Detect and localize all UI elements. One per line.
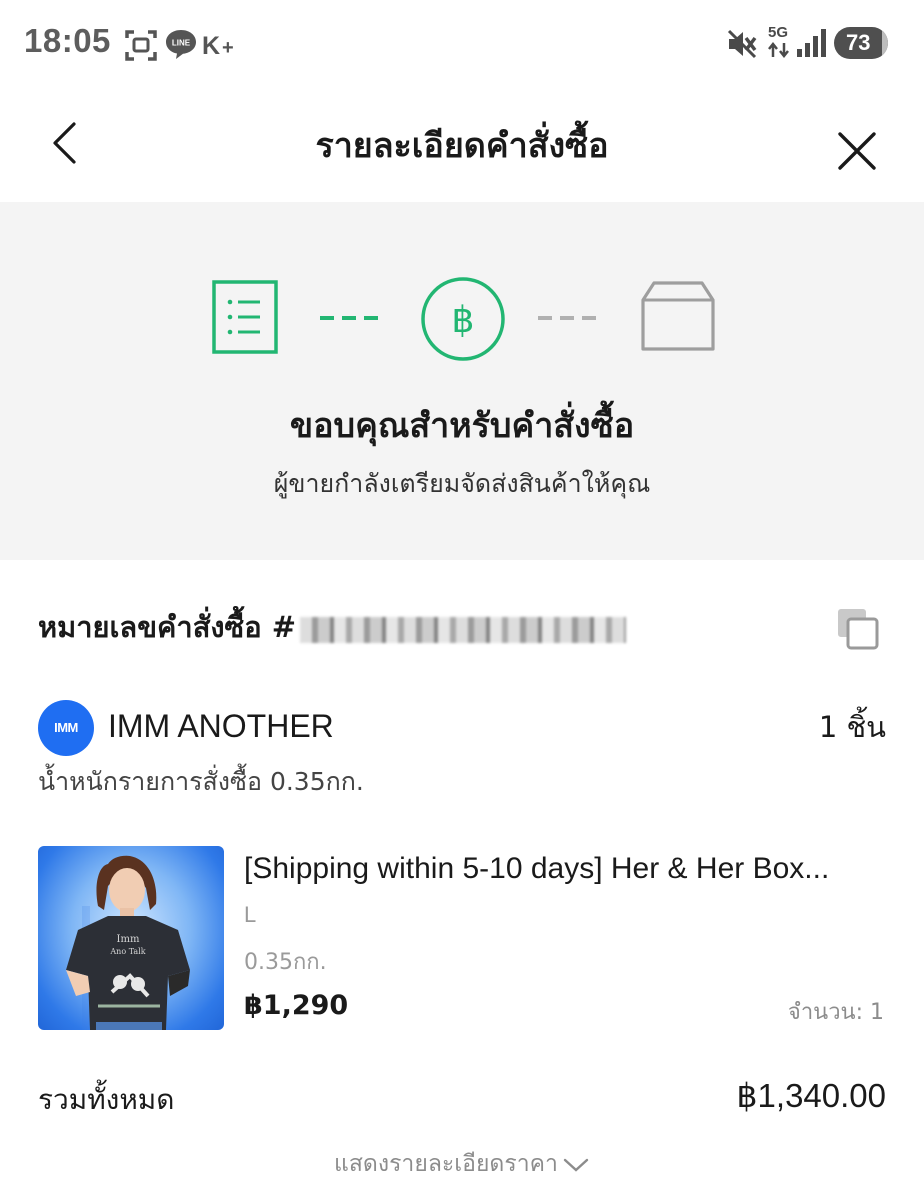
progress-connector-pending [538, 316, 596, 320]
line-app-icon: LINE [166, 30, 196, 59]
thank-you-title: ขอบคุณสำหรับคำสั่งซื้อ [289, 406, 635, 446]
page-header: รายละเอียดคำสั่งซื้อ [0, 90, 924, 202]
thank-you-subtitle: ผู้ขายกำลังเตรียมจัดส่งสินค้าให้คุณ [273, 469, 651, 498]
svg-text:LINE: LINE [172, 39, 191, 48]
show-price-details-label: แสดงรายละเอียดราคา [334, 1151, 558, 1177]
svg-text:Ano Talk: Ano Talk [109, 947, 145, 956]
total-value: ฿1,340.00 [736, 1077, 886, 1114]
chevron-down-icon [563, 1158, 589, 1172]
battery-icon: 73 [834, 27, 888, 59]
order-weight: น้ำหนักรายการสั่งซื้อ 0.35กก. [38, 767, 364, 796]
baht-payment-icon: ฿ [421, 277, 505, 361]
k-plus-icon: K + [202, 32, 234, 58]
battery-empty-part [882, 27, 888, 59]
shop-name[interactable]: IMM ANOTHER [108, 708, 334, 745]
show-price-details-button[interactable]: แสดงรายละเอียดราคา [0, 1146, 924, 1182]
close-icon[interactable] [834, 128, 880, 174]
mute-icon [727, 29, 757, 59]
shop-logo: IMM [38, 700, 94, 756]
order-number-redacted [300, 616, 627, 643]
item-count: 1 ชิ้น [818, 710, 886, 744]
status-time: 18:05 [24, 22, 111, 59]
product-quantity: จำนวน: 1 [787, 1000, 884, 1025]
product-image[interactable]: Imm Ano Talk [38, 846, 224, 1030]
order-number-label: หมายเลขคำสั่งซื้อ # [38, 610, 297, 644]
screenshot-icon [125, 30, 157, 61]
svg-text:+: + [222, 37, 234, 58]
order-list-icon [212, 280, 278, 354]
order-number-row: หมายเลขคำสั่งซื้อ # [38, 604, 888, 654]
order-detail-page: 18:05 LINE K + 5G 73 รายละเอียดคำสั่งซื้… [0, 0, 924, 1200]
svg-text:K: K [202, 32, 220, 58]
battery-level: 73 [846, 30, 871, 55]
status-bar: 18:05 LINE K + 5G 73 [0, 0, 924, 90]
progress-connector-done [320, 316, 378, 320]
network-type: 5G [768, 24, 789, 41]
order-progress-section: ฿ ขอบคุณสำหรับคำสั่งซื้อ ผู้ขายกำลังเตรี… [0, 202, 924, 560]
total-label: รวมทั้งหมด [38, 1083, 175, 1116]
signal-icon [797, 29, 826, 57]
shop-row[interactable]: IMM IMM ANOTHER 1 ชิ้น [38, 700, 888, 756]
data-arrows-icon [768, 42, 789, 58]
svg-text:Imm: Imm [117, 934, 140, 945]
copy-icon[interactable] [836, 607, 880, 651]
product-photo-illustration: Imm Ano Talk [66, 855, 190, 1030]
product-title[interactable]: [Shipping within 5-10 days] Her & Her Bo… [244, 852, 884, 886]
product-price: ฿1,290 [244, 990, 349, 1021]
svg-text:฿: ฿ [452, 300, 475, 341]
box-shipping-icon [641, 281, 715, 351]
page-title: รายละเอียดคำสั่งซื้อ [315, 126, 609, 166]
product-variant: L [244, 902, 257, 927]
product-weight: 0.35กก. [244, 950, 327, 975]
